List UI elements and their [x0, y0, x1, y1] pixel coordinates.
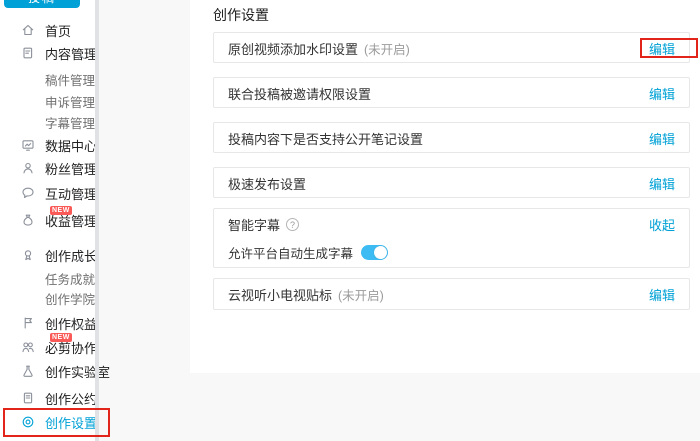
- sidebar-item-manuscript-management[interactable]: 稿件管理: [0, 69, 95, 89]
- setting-row-public-notes: 投稿内容下是否支持公开笔记设置 编辑: [213, 122, 690, 153]
- sidebar-item-task-achievement[interactable]: 任务成就: [0, 268, 95, 288]
- setting-status-note: (未开启): [338, 285, 384, 304]
- public-notes-action-link[interactable]: 编辑: [649, 129, 675, 148]
- data-icon: [21, 138, 35, 152]
- setting-row-main-line: 原创视频添加水印设置 (未开启) 编辑: [214, 33, 689, 63]
- sidebar: 投稿 首页内容管理稿件管理申诉管理字幕管理数据中心粉丝管理互动管理收益管理NEW…: [0, 0, 95, 441]
- setting-label: 智能字幕: [228, 215, 280, 234]
- help-icon[interactable]: ?: [286, 218, 299, 231]
- sidebar-item-content-management[interactable]: 内容管理: [0, 43, 95, 63]
- subtitle-toggle-line: 允许平台自动生成字幕: [214, 239, 689, 265]
- setting-row-watermark: 原创视频添加水印设置 (未开启) 编辑: [213, 32, 690, 63]
- collab-icon: [21, 340, 35, 354]
- sidebar-item-label: 内容管理: [45, 44, 97, 63]
- sidebar-item-creation-growth[interactable]: 创作成长: [0, 245, 95, 265]
- setting-row-joint-submission: 联合投稿被邀请权限设置 编辑: [213, 77, 690, 108]
- chevron-down-icon: [77, 189, 85, 197]
- sidebar-item-label: 任务成就: [45, 269, 95, 288]
- setting-row-main-line: 联合投稿被邀请权限设置 编辑: [214, 78, 689, 108]
- sidebar-item-label: 数据中心: [45, 136, 97, 155]
- sidebar-item-creation-academy[interactable]: 创作学院: [0, 288, 95, 308]
- sidebar-item-creator-rights[interactable]: 创作权益: [0, 313, 95, 333]
- sidebar-item-bijian-collaboration[interactable]: 必剪协作NEW: [0, 337, 95, 357]
- interact-icon: [21, 186, 35, 200]
- sidebar-item-label: 创作成长: [45, 246, 97, 265]
- chevron-down-icon: [77, 216, 85, 224]
- sidebar-item-interaction-management[interactable]: 互动管理: [0, 183, 95, 203]
- sidebar-item-appeal-management[interactable]: 申诉管理: [0, 91, 95, 111]
- fans-icon: [21, 161, 35, 175]
- convention-icon: [21, 391, 35, 405]
- sidebar-item-revenue-management[interactable]: 收益管理NEW: [0, 210, 95, 230]
- setting-label: 联合投稿被邀请权限设置: [228, 84, 371, 103]
- sidebar-item-creation-settings[interactable]: 创作设置: [0, 412, 95, 432]
- setting-row-quick-publish: 极速发布设置 编辑: [213, 167, 690, 198]
- setting-label: 云视听小电视贴标: [228, 285, 332, 304]
- income-icon: [21, 213, 35, 227]
- sidebar-item-data-center[interactable]: 数据中心: [0, 135, 95, 155]
- setting-row-main-line: 云视听小电视贴标 (未开启) 编辑: [214, 279, 689, 309]
- sidebar-item-label: 创作学院: [45, 289, 95, 308]
- auto-subtitle-toggle[interactable]: [361, 245, 388, 260]
- sidebar-item-label: 粉丝管理: [45, 159, 97, 178]
- growth-icon: [21, 248, 35, 262]
- chevron-up-icon: [77, 251, 85, 259]
- sidebar-item-fans-management[interactable]: 粉丝管理: [0, 158, 95, 178]
- joint-submission-action-link[interactable]: 编辑: [649, 84, 675, 103]
- rights-icon: [21, 316, 35, 330]
- sidebar-item-label: 创作公约: [45, 389, 97, 408]
- sidebar-item-label: 创作权益: [45, 314, 97, 333]
- chevron-up-icon: [77, 49, 85, 57]
- setting-row-smart-subtitle: 智能字幕? 收起 允许平台自动生成字幕: [213, 208, 690, 268]
- setting-row-tv-badge: 云视听小电视贴标 (未开启) 编辑: [213, 278, 690, 310]
- page-title: 创作设置: [213, 5, 269, 25]
- setting-status-note: (未开启): [364, 39, 410, 58]
- sidebar-item-label: 互动管理: [45, 184, 97, 203]
- home-icon: [21, 23, 35, 37]
- setting-row-main-line: 投稿内容下是否支持公开笔记设置 编辑: [214, 123, 689, 153]
- setting-row-main-line: 智能字幕? 收起: [214, 209, 689, 239]
- setting-row-main-line: 极速发布设置 编辑: [214, 168, 689, 198]
- watermark-action-link[interactable]: 编辑: [649, 39, 675, 58]
- setting-label: 投稿内容下是否支持公开笔记设置: [228, 129, 423, 148]
- new-badge: NEW: [50, 206, 72, 215]
- toggle-label: 允许平台自动生成字幕: [228, 243, 353, 262]
- quick-publish-action-link[interactable]: 编辑: [649, 174, 675, 193]
- sidebar-item-label: 创作实验室: [45, 362, 110, 381]
- sidebar-item-label: 字幕管理: [45, 113, 95, 132]
- smart-subtitle-action-link[interactable]: 收起: [649, 215, 675, 234]
- setting-label: 原创视频添加水印设置: [228, 39, 358, 58]
- toggle-knob: [374, 246, 387, 259]
- settings-icon: [21, 415, 35, 429]
- tv-badge-action-link[interactable]: 编辑: [649, 285, 675, 304]
- creator-center-page: 投稿 首页内容管理稿件管理申诉管理字幕管理数据中心粉丝管理互动管理收益管理NEW…: [0, 0, 700, 441]
- sidebar-item-creation-convention[interactable]: 创作公约: [0, 388, 95, 408]
- sidebar-item-label: 创作设置: [45, 413, 97, 432]
- sidebar-item-creation-lab[interactable]: 创作实验室: [0, 361, 95, 381]
- content-icon: [21, 46, 35, 60]
- sidebar-item-label: 申诉管理: [45, 92, 95, 111]
- sidebar-item-label: 稿件管理: [45, 70, 95, 89]
- settings-panel: 创作设置 原创视频添加水印设置(未开启)编辑 联合投稿被邀请权限设置编辑 投稿内…: [190, 0, 700, 373]
- setting-label: 极速发布设置: [228, 174, 306, 193]
- sidebar-item-subtitle-management[interactable]: 字幕管理: [0, 112, 95, 132]
- sidebar-scrollbar[interactable]: [95, 0, 99, 441]
- publish-button[interactable]: 投稿: [4, 0, 80, 8]
- chevron-down-icon: [77, 319, 85, 327]
- sidebar-item-home[interactable]: 首页: [0, 20, 95, 40]
- lab-icon: [21, 364, 35, 378]
- new-badge: NEW: [50, 333, 72, 342]
- publish-button-label: 投稿: [28, 0, 56, 6]
- sidebar-item-label: 首页: [45, 21, 71, 40]
